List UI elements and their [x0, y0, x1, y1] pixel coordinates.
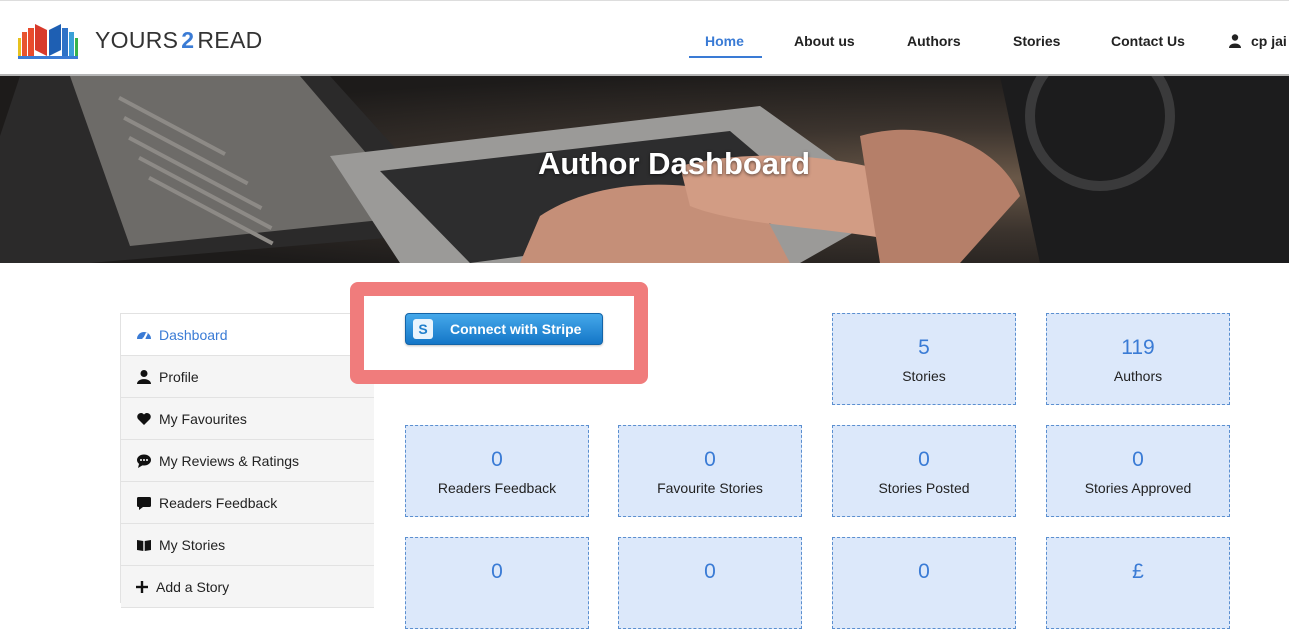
hero-banner: Author Dashboard	[0, 76, 1289, 263]
stat-card-total-amount[interactable]: £	[1046, 537, 1230, 629]
stat-card-stories[interactable]: 5 Stories	[832, 313, 1016, 405]
stripe-button-label: Connect with Stripe	[450, 321, 582, 337]
nav-user-menu[interactable]: cp jai	[1251, 33, 1287, 49]
comment-icon	[137, 497, 151, 510]
stat-value: 0	[704, 448, 716, 471]
stat-card[interactable]: 0	[832, 537, 1016, 629]
stat-card-readers-feedback[interactable]: 0 Readers Feedback	[405, 425, 589, 517]
stat-card[interactable]: 0	[618, 537, 802, 629]
sidebar-item-my-reviews-ratings[interactable]: My Reviews & Ratings	[121, 440, 374, 482]
stat-value: 0	[918, 560, 930, 583]
nav-authors[interactable]: Authors	[907, 33, 961, 49]
book-icon	[137, 540, 151, 551]
books-logo-icon[interactable]	[16, 16, 80, 60]
stat-value: 0	[491, 560, 503, 583]
stat-value: 0	[918, 448, 930, 471]
stat-value: 0	[1132, 448, 1144, 471]
brand-part-left: YOURS	[95, 27, 179, 53]
nav-home[interactable]: Home	[705, 33, 744, 49]
stat-card-stories-approved[interactable]: 0 Stories Approved	[1046, 425, 1230, 517]
nav-about-us[interactable]: About us	[794, 33, 855, 49]
stat-value: 5	[918, 336, 930, 359]
user-icon	[137, 370, 151, 384]
sidebar-item-add-a-story[interactable]: Add a Story	[121, 566, 374, 608]
stat-label: Readers Feedback	[437, 480, 557, 496]
sidebar-item-label: Dashboard	[159, 327, 228, 343]
sidebar-item-profile[interactable]: Profile	[121, 356, 374, 398]
stat-value: £	[1132, 560, 1144, 583]
stat-card-stories-posted[interactable]: 0 Stories Posted	[832, 425, 1016, 517]
stat-value: 0	[491, 448, 503, 471]
heart-icon	[137, 413, 151, 425]
brand-name[interactable]: YOURS 2 READ	[95, 27, 263, 54]
sidebar-item-dashboard[interactable]: Dashboard	[121, 314, 374, 356]
user-icon	[1229, 34, 1241, 48]
stat-card-favourite-stories[interactable]: 0 Favourite Stories	[618, 425, 802, 517]
sidebar-item-label: Readers Feedback	[159, 495, 278, 511]
dashboard-icon	[137, 332, 151, 341]
site-header: YOURS 2 READ Home About us Authors Stories…	[0, 0, 1289, 76]
stat-label: Favourite Stories	[657, 480, 763, 496]
plus-icon	[136, 581, 148, 593]
page-title: Author Dashboard	[537, 146, 811, 181]
stat-value: 0	[704, 560, 716, 583]
stat-card-authors[interactable]: 119 Authors	[1046, 313, 1230, 405]
sidebar-item-my-favourites[interactable]: My Favourites	[121, 398, 374, 440]
sidebar-item-my-stories[interactable]: My Stories	[121, 524, 374, 566]
connect-with-stripe-button[interactable]: S Connect with Stripe	[405, 313, 603, 345]
sidebar-item-readers-feedback[interactable]: Readers Feedback	[121, 482, 374, 524]
sidebar-item-label: Add a Story	[156, 579, 230, 595]
stat-label: Authors	[1113, 368, 1163, 384]
sidebar-item-label: Profile	[159, 369, 199, 385]
dashboard-sidebar: Dashboard Profile My Favourites My Revie…	[120, 313, 374, 608]
stat-value: 119	[1121, 336, 1155, 359]
stat-card[interactable]: 0	[405, 537, 589, 629]
comments-icon	[137, 454, 151, 468]
stat-label: Stories Approved	[1084, 480, 1192, 496]
sidebar-item-label: My Stories	[159, 537, 226, 553]
stripe-logo-icon: S	[413, 319, 433, 339]
brand-number: 2	[181, 27, 195, 53]
stat-label: Stories Posted	[878, 480, 970, 496]
sidebar-item-label: My Favourites	[159, 411, 247, 427]
stat-label: Stories	[902, 368, 946, 384]
nav-contact-us[interactable]: Contact Us	[1111, 33, 1185, 49]
sidebar-item-label: My Reviews & Ratings	[159, 453, 300, 469]
nav-active-underline	[689, 56, 762, 58]
nav-stories[interactable]: Stories	[1013, 33, 1060, 49]
brand-part-right: READ	[197, 27, 263, 53]
